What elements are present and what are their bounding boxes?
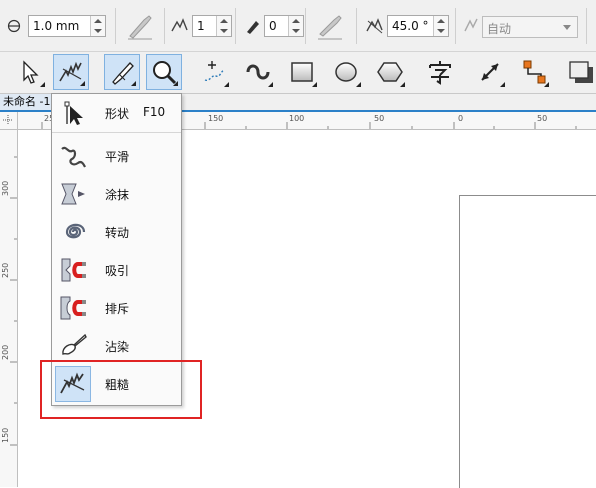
polygon-tool-button[interactable] [372,54,408,90]
toolbar-divider [164,8,165,44]
dryout-value: 0 [269,19,277,33]
ruler-origin-icon [3,115,13,125]
frequency-icon [171,18,188,32]
menu-item-smear[interactable]: 涂抹 [52,175,181,213]
vertical-ruler-ticks [10,156,17,446]
pen-tilt-icon [318,15,342,40]
frequency-spinner[interactable] [216,16,231,36]
tilt-input[interactable]: 45.0 ° [387,15,449,37]
menu-item-twirl[interactable]: 转动 [52,213,181,251]
toolbar-divider [305,8,306,44]
toolbox [0,52,596,94]
twirl-tool-icon [55,214,91,250]
menu-item-label: 排斥 [105,302,130,316]
menu-item-label: 形状 [105,107,130,121]
tilt-control: 45.0 ° [365,14,449,38]
pen-pressure-icon [128,15,152,40]
toolbar-divider [235,8,236,44]
toolbar-divider [115,8,116,44]
smear-tool-icon [55,176,91,212]
dryout-input[interactable]: 0 [264,15,304,37]
nib-size-control: 1.0 mm [6,14,106,38]
menu-item-label: 涂抹 [105,188,130,202]
direction-control [462,14,480,38]
zoom-tool-button[interactable] [146,54,182,90]
tilt-value: 45.0 ° [392,19,429,33]
tilt-spinner[interactable] [433,16,448,36]
page-border [459,195,596,488]
dryout-control: 0 [244,14,304,38]
tilt-icon [366,18,383,34]
toolbar-divider [356,8,357,44]
arrow-pointer-icon [23,60,39,84]
nib-size-input[interactable]: 1.0 mm [28,15,106,37]
nib-size-icon [6,18,22,34]
attract-tool-icon [55,252,91,288]
text-tool-button[interactable] [422,54,458,90]
menu-item-label: 转动 [105,226,130,240]
menu-item-repel[interactable]: 排斥 [52,289,181,327]
highlight-box [40,360,202,419]
menu-item-smooth[interactable]: 平滑 [52,137,181,175]
menu-item-attract[interactable]: 吸引 [52,251,181,289]
menu-item-shortcut: F10 [143,105,166,119]
dimension-tool-button[interactable] [472,54,508,90]
toolbar-divider [455,8,456,44]
dryout-spinner[interactable] [288,16,303,36]
drop-shadow-tool-button[interactable] [562,54,596,90]
smooth-tool-icon [55,138,91,174]
ruler-origin[interactable] [0,112,18,130]
smart-drawing-tool-button[interactable] [240,54,276,90]
direction-icon [464,18,478,32]
connector-tool-button[interactable] [516,54,552,90]
pressure-pen-button[interactable] [124,14,156,40]
artistic-media-tool-button[interactable] [104,54,140,90]
freehand-tool-button[interactable] [196,54,232,90]
text-tool-icon [429,61,451,85]
rectangle-tool-button[interactable] [284,54,320,90]
menu-item-shape[interactable]: 形状 F10 [52,94,181,133]
frequency-input[interactable]: 1 [192,15,232,37]
toolbar-divider [586,8,587,44]
repel-tool-icon [55,290,91,326]
shadow-icon [569,61,593,83]
pick-tool-button[interactable] [12,54,48,90]
frequency-value: 1 [197,19,205,33]
menu-item-label: 沾染 [105,340,130,354]
dryout-icon [247,21,259,34]
direction-dropdown[interactable]: 自动 [482,16,578,38]
nib-size-value: 1.0 mm [33,19,80,33]
nib-size-spinner[interactable] [90,16,105,36]
vertical-ruler[interactable]: 300 250 200 150 [0,130,18,487]
ellipse-tool-button[interactable] [328,54,364,90]
menu-divider [52,132,181,133]
tilt-pen-button[interactable] [314,14,346,40]
frequency-control: 1 [170,14,232,38]
document-tab[interactable]: 未命名 -1 [0,94,58,110]
chevron-down-icon [563,25,571,30]
menu-item-label: 吸引 [105,264,130,278]
menu-item-label: 平滑 [105,150,130,164]
smudge-tool-icon [55,328,91,364]
direction-value: 自动 [487,22,512,36]
roughen-tool-button[interactable] [53,54,89,90]
shape-tool-icon [55,95,91,131]
property-bar: 1.0 mm 1 0 45.0 ° 自动 [0,0,596,52]
